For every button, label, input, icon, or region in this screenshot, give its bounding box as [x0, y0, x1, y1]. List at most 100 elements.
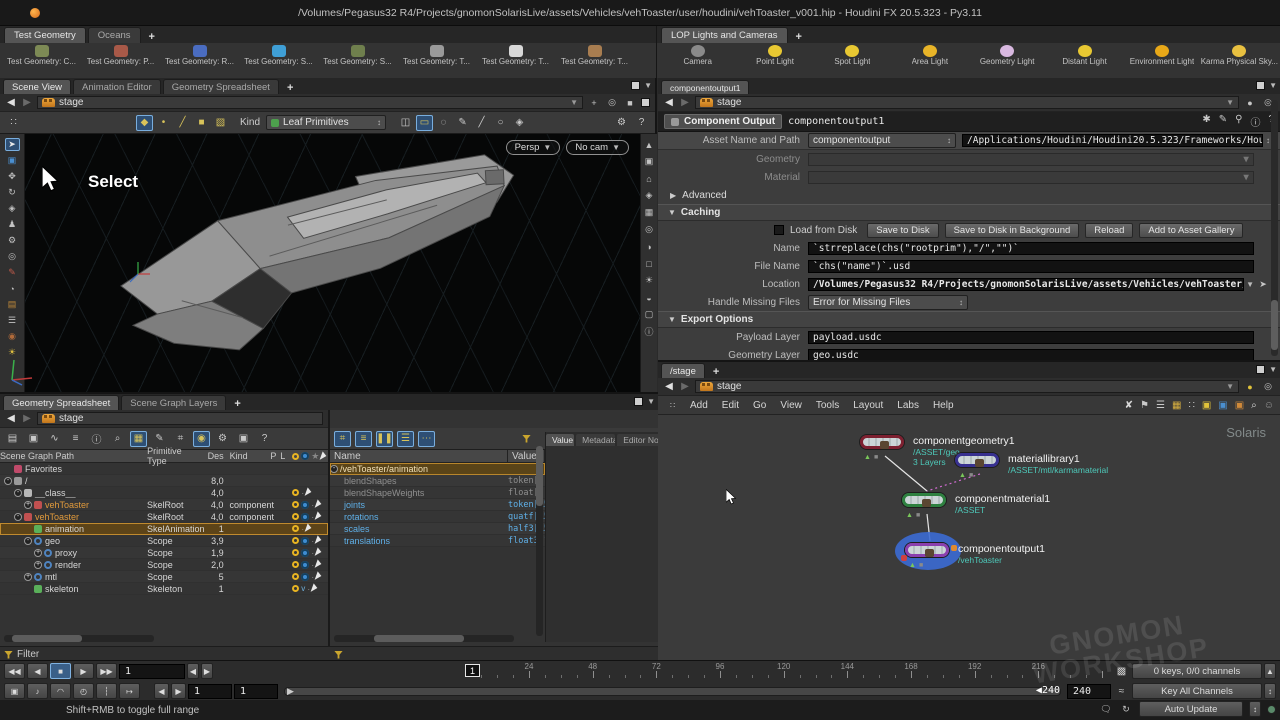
shelf-tool-test-geometry-c[interactable]: Test Geometry: C... — [2, 45, 81, 67]
node-materiallibrary1[interactable]: materiallibrary1/ASSET/mtl/karmamaterial… — [955, 453, 999, 467]
keys-status-button[interactable]: 0 keys, 0/0 channels — [1132, 663, 1262, 679]
tree-row-vehtoaster[interactable]: +vehToasterSkelRoot4,0component· — [0, 499, 328, 511]
global-end-field[interactable]: 240 — [1067, 684, 1111, 699]
crop-view-icon[interactable]: ▢ — [642, 308, 657, 321]
activation-icon[interactable] — [292, 489, 299, 496]
node-componentgeometry1[interactable]: componentgeometry1/ASSET/geo3 Layers▲■ — [860, 435, 904, 449]
tree-forward-icon[interactable]: ▶ — [21, 413, 33, 424]
net-pin-icon[interactable]: ● — [1243, 380, 1257, 393]
box-pick-icon[interactable]: ▭ — [416, 115, 433, 131]
location-dropdown-icon[interactable]: ▼ — [1246, 280, 1254, 289]
lighting-icon[interactable]: ☀ — [642, 274, 657, 287]
current-frame-field[interactable]: 1 — [119, 664, 185, 679]
parameters-pane-tab[interactable]: componentoutput1 — [661, 80, 749, 94]
find-icon[interactable]: ⌕ — [1251, 400, 1257, 411]
network-path-field[interactable]: stage ▼ — [695, 380, 1239, 393]
pane-menu-icon[interactable]: ▼ — [647, 397, 655, 406]
header-power-icon[interactable] — [292, 453, 299, 460]
tree-row-vehtoaster[interactable]: -vehToasterSkelRoot4,0component· — [0, 511, 328, 523]
edit-columns-icon[interactable]: ✎ — [151, 431, 168, 447]
subtab-value[interactable]: Value — [546, 434, 574, 446]
attr-row-blendshapeweights[interactable]: blendShapeWeightsfloat[] — [330, 487, 545, 499]
attr-row-joints[interactable]: jointstoken[15 — [330, 499, 545, 511]
visibility-icon[interactable] — [301, 537, 309, 545]
net-compass-icon[interactable]: ◎ — [1261, 380, 1275, 393]
secure-selection-icon[interactable]: ▣ — [5, 154, 20, 167]
grid-toggle-icon[interactable]: ▦ — [642, 206, 657, 219]
collapse-icon[interactable]: - — [24, 537, 32, 545]
save-to-disk-in-background-button[interactable]: Save to Disk in Background — [945, 223, 1080, 238]
select-faces-icon[interactable]: ■ — [193, 115, 210, 131]
list-mode-icon[interactable]: ≡ — [355, 431, 372, 447]
lasso-pick-icon[interactable]: ◌ — [435, 115, 452, 131]
camera-button[interactable]: No cam▼ — [566, 140, 629, 155]
shelf-tool-camera[interactable]: Camera — [659, 45, 736, 67]
params-scrollbar[interactable] — [1271, 100, 1278, 356]
handles-tool-icon[interactable]: ⚙ — [5, 234, 20, 247]
trs-filter-icon[interactable]: ⋯ — [418, 431, 435, 447]
shelf-tool-test-geometry-t[interactable]: Test Geometry: T... — [397, 45, 476, 67]
visible-only-icon[interactable]: ◫ — [397, 115, 414, 131]
step-forward-button[interactable]: ▶ — [201, 663, 213, 679]
pin-icon[interactable]: + — [587, 96, 601, 109]
cook-toggle-icon[interactable]: ▦ — [130, 431, 147, 447]
translate-tool-icon[interactable]: ✥ — [5, 170, 20, 183]
col-primitive-type[interactable]: Primitive Type — [147, 446, 203, 466]
node-body[interactable] — [955, 453, 999, 467]
save-to-disk-button[interactable]: Save to Disk — [867, 223, 938, 238]
path-dropdown-icon[interactable]: ▼ — [570, 98, 578, 107]
jump-end-button[interactable]: ▶▶ — [96, 663, 117, 679]
motion-button[interactable]: ◠ — [50, 683, 71, 699]
net-grip-icon[interactable]: ∷ — [664, 397, 681, 413]
scale-tool-icon[interactable]: ◈ — [5, 202, 20, 215]
select-cursor-icon[interactable] — [315, 571, 323, 581]
link-icon[interactable]: ● — [1243, 96, 1257, 109]
attr-name[interactable]: translations — [344, 536, 390, 546]
menu-add[interactable]: Add — [683, 398, 715, 413]
camera-icon[interactable]: ▣ — [235, 431, 252, 447]
scene-view-path-field[interactable]: stage ▼ — [37, 96, 583, 109]
asset-name-dropdown[interactable]: componentoutput↕ — [808, 133, 956, 148]
snap-tool-icon[interactable]: ◎ — [5, 250, 20, 263]
activation-icon[interactable] — [292, 501, 299, 508]
activation-icon[interactable] — [292, 525, 299, 532]
activation-icon[interactable] — [292, 513, 299, 520]
spreadsheet-funnel-icon[interactable] — [334, 651, 343, 659]
collections-icon[interactable]: ▣ — [25, 431, 42, 447]
shelf-tool-point-light[interactable]: Point Light — [736, 45, 813, 67]
node-componentoutput1[interactable]: componentoutput1/vehToaster▲■ — [905, 543, 949, 557]
inherited-vis-icon[interactable]: v — [301, 584, 305, 593]
pane-add-tab[interactable]: + — [281, 82, 299, 94]
auto-update-spinner[interactable]: ↕ — [1249, 701, 1261, 717]
shelf-tool-test-geometry-p[interactable]: Test Geometry: P... — [81, 45, 160, 67]
header-display-icon[interactable] — [301, 452, 309, 460]
keyframe-colors-icon[interactable]: ▩ — [1113, 663, 1130, 679]
wireframe-icon[interactable]: □ — [642, 257, 657, 270]
net-maximize-icon[interactable] — [1256, 365, 1265, 374]
tree-row-geo[interactable]: -geoScope3,9· — [0, 535, 328, 547]
select-cursor-icon[interactable] — [315, 547, 323, 557]
pane-maximize-icon[interactable] — [634, 397, 643, 406]
attr-name[interactable]: rotations — [344, 512, 379, 522]
tree-row-proxy[interactable]: +proxyScope1,9· — [0, 547, 328, 559]
shelf-tool-test-geometry-r[interactable]: Test Geometry: R... — [160, 45, 239, 67]
shelf-tool-test-geometry-s[interactable]: Test Geometry: S... — [318, 45, 397, 67]
sliders-icon[interactable]: ≡ — [67, 431, 84, 447]
pane-menu-icon[interactable]: ▼ — [1269, 81, 1277, 90]
flag-icon[interactable]: ⚑ — [1140, 400, 1149, 411]
node-body[interactable] — [860, 435, 904, 449]
auto-update-dropdown[interactable]: Auto Update — [1139, 701, 1243, 717]
activation-icon[interactable] — [292, 549, 299, 556]
color-palette-icon[interactable]: ▣ — [1218, 400, 1227, 411]
shelf-tab-test-geometry[interactable]: Test Geometry — [4, 27, 86, 43]
frame-all-icon[interactable]: ◈ — [642, 189, 657, 202]
expand-icon[interactable]: + — [24, 573, 32, 581]
select-cursor-icon[interactable] — [315, 499, 323, 509]
playhead-options-button[interactable]: ↦ — [119, 683, 140, 699]
attr-name[interactable]: scales — [344, 524, 370, 534]
select-cursor-icon[interactable] — [315, 559, 323, 569]
dots-grid-icon[interactable]: ∷ — [1188, 400, 1194, 411]
back-arrow-icon[interactable]: ◀ — [5, 97, 17, 108]
menu-view[interactable]: View — [773, 398, 809, 413]
persp-button[interactable]: Persp▼ — [506, 140, 561, 155]
